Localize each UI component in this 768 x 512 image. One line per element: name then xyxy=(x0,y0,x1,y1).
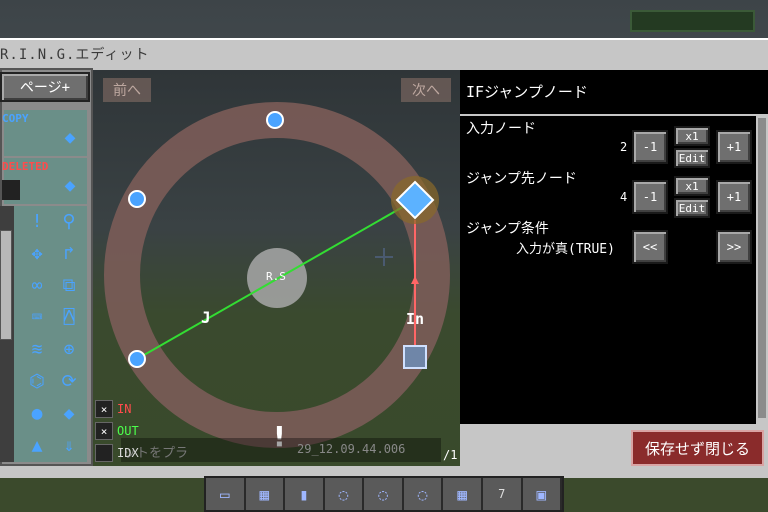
palette-scrollbar[interactable] xyxy=(0,206,14,462)
hotbar-slot[interactable]: 7 xyxy=(483,478,523,510)
jump-node-edit-button[interactable]: Edit xyxy=(674,198,710,218)
idx-legend-label: IDX xyxy=(117,446,139,460)
signal-icon[interactable]: ≋ xyxy=(26,338,48,360)
node-properties-panel: 入力ノード 2 -1 x1 Edit +1 ジャンプ先ノード 4 -1 x1 E… xyxy=(460,116,756,424)
move-icon[interactable]: ✥ xyxy=(26,242,48,264)
node-title-bar: IFジャンプノード xyxy=(460,70,768,114)
diamond-node-icon: ◆ xyxy=(64,126,76,148)
node-canvas[interactable]: ! 前へ 次へ R.S J In ットをプラ 29_12.09.44.006 ×… xyxy=(93,70,460,466)
exclaim-icon[interactable]: ! xyxy=(26,210,48,232)
hotbar-slot[interactable]: ▦ xyxy=(246,478,286,510)
in-legend-label: IN xyxy=(117,402,132,416)
deleted-zone[interactable]: DELETED ◆ xyxy=(2,158,87,204)
hotbar-count: 7 xyxy=(498,487,506,501)
circle-node-icon[interactable]: ● xyxy=(26,402,48,424)
link-icon[interactable]: ⧉ xyxy=(58,274,80,296)
hotbar-slot[interactable]: ◌ xyxy=(364,478,404,510)
palette-scroll-thumb[interactable] xyxy=(0,230,12,340)
triangle-icon[interactable]: ▲ xyxy=(26,434,48,456)
condition-label: ジャンプ条件 xyxy=(466,221,549,237)
chat-overlay-date: 29_12.09.44.006 xyxy=(297,442,406,456)
redirect-icon[interactable]: ↱ xyxy=(58,242,80,264)
condition-value: 入力が真(TRUE) xyxy=(516,242,615,257)
rotate-icon[interactable]: ⟳ xyxy=(58,370,80,392)
hotbar-slot[interactable]: ◌ xyxy=(404,478,444,510)
keyboard-icon[interactable]: ⌨ xyxy=(26,306,48,328)
hotbar-slot[interactable]: ▣ xyxy=(523,478,563,510)
loop-icon[interactable]: ∞ xyxy=(26,274,48,296)
input-node-minus-button[interactable]: -1 xyxy=(632,130,668,164)
deleted-label: DELETED xyxy=(2,160,49,173)
trash-slot xyxy=(2,180,20,200)
ring-node-left[interactable] xyxy=(128,190,146,208)
wand-icon[interactable]: ⚲ xyxy=(58,210,80,232)
ring-node-jump-target[interactable] xyxy=(128,350,146,368)
jump-label: J xyxy=(201,308,211,327)
jump-node-minus-button[interactable]: -1 xyxy=(632,180,668,214)
hotbar-slot[interactable]: ▮ xyxy=(285,478,325,510)
page-plus-button[interactable]: ページ+ xyxy=(0,72,90,102)
center-label: R.S xyxy=(266,270,286,283)
world-hud-box xyxy=(630,10,755,32)
hotbar: ▭ ▦ ▮ ◌ ◌ ◌ ▦ 7 ▣ xyxy=(204,476,564,512)
diamond-node-icon: ◆ xyxy=(64,174,76,196)
out-legend-label: OUT xyxy=(117,424,139,438)
jump-node-plus-button[interactable]: +1 xyxy=(716,180,752,214)
idx-toggle[interactable] xyxy=(95,444,113,462)
condition-prev-button[interactable]: << xyxy=(632,230,668,264)
out-toggle[interactable]: × xyxy=(95,422,113,440)
input-node-plus-button[interactable]: +1 xyxy=(716,130,752,164)
panel-scrollbar[interactable] xyxy=(756,116,768,424)
in-toggle[interactable]: × xyxy=(95,400,113,418)
close-without-saving-button[interactable]: 保存せず閉じる xyxy=(631,430,764,466)
hotbar-slot[interactable]: ◌ xyxy=(325,478,365,510)
jump-node-label: ジャンプ先ノード xyxy=(466,171,577,187)
input-node-edit-button[interactable]: Edit xyxy=(674,148,710,168)
diamond-node-icon[interactable]: ◆ xyxy=(58,402,80,424)
download-icon[interactable]: ⇓ xyxy=(58,434,80,456)
copy-zone[interactable]: COPY ◆ xyxy=(2,110,87,156)
input-label: In xyxy=(406,310,425,328)
prev-button[interactable]: 前へ xyxy=(103,78,151,102)
robot-icon[interactable]: ⌬ xyxy=(26,370,48,392)
panel-scroll-thumb[interactable] xyxy=(758,118,766,418)
node-title: IFジャンプノード xyxy=(466,83,588,101)
jump-node-value: 4 xyxy=(620,190,628,204)
hotbar-slot[interactable]: ▦ xyxy=(443,478,483,510)
next-button[interactable]: 次へ xyxy=(401,78,451,102)
target-icon[interactable]: ⊕ xyxy=(58,338,80,360)
hotbar-slot[interactable]: ▭ xyxy=(206,478,246,510)
input-block-node[interactable] xyxy=(403,345,427,369)
page-indicator: /1 xyxy=(443,448,458,462)
window-title: R.I.N.G.エディット xyxy=(0,47,150,63)
input-node-label: 入力ノード xyxy=(466,121,536,137)
input-node-mult-button[interactable]: x1 xyxy=(674,126,710,146)
ring-node-top[interactable] xyxy=(266,111,284,129)
port-legend: × IN × OUT IDX xyxy=(93,400,183,466)
mouse-icon[interactable]: ⍓ xyxy=(58,306,80,328)
jump-node-mult-button[interactable]: x1 xyxy=(674,176,710,196)
input-node-value: 2 xyxy=(620,140,628,154)
copy-label: COPY xyxy=(2,112,29,125)
condition-next-button[interactable]: >> xyxy=(716,230,752,264)
